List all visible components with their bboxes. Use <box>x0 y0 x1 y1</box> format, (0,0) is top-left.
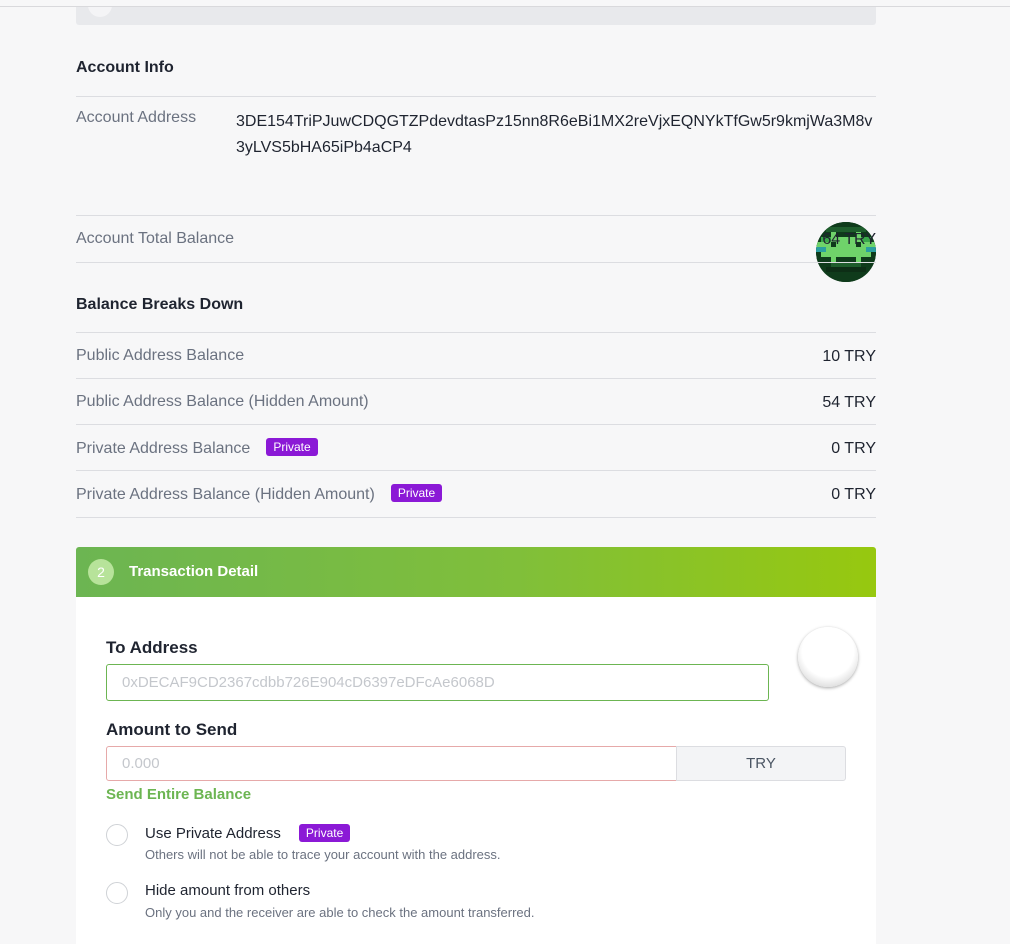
breakdown-value: 54 TRY <box>822 394 876 411</box>
previous-step-circle <box>88 7 112 17</box>
transaction-detail-form: To Address Amount to Send TRY Send Entir… <box>76 597 876 944</box>
option-description: Others will not be able to trace your ac… <box>145 847 501 862</box>
amount-label: Amount to Send <box>106 720 238 739</box>
amount-input[interactable] <box>106 746 677 781</box>
private-badge: Private <box>298 824 351 842</box>
to-address-label: To Address <box>106 638 198 657</box>
breakdown-row-private-hidden: Private Address Balance (Hidden Amount) P… <box>76 470 876 518</box>
account-total-balance-value: 64 TRY <box>822 231 876 248</box>
breakdown-label: Private Address Balance (Hidden Amount) <box>76 486 375 503</box>
private-badge: Private <box>266 438 318 456</box>
breakdown-value: 0 TRY <box>831 440 876 457</box>
account-total-balance-row: Account Total Balance 64 TRY <box>76 215 876 263</box>
breakdown-row-public: Public Address Balance 10 TRY <box>76 332 876 379</box>
account-address-label: Account Address <box>76 109 197 126</box>
previous-step-card <box>76 7 876 25</box>
balance-breakdown-heading: Balance Breaks Down <box>76 296 244 313</box>
transaction-detail-title: Transaction Detail <box>129 563 259 580</box>
breakdown-label: Public Address Balance <box>76 347 245 364</box>
account-address-row: Account Address 3DE154TriPJuwCDQGTZPdevd… <box>76 96 876 282</box>
currency-unit: TRY <box>676 746 846 781</box>
account-info-heading: Account Info <box>76 59 174 76</box>
recipient-avatar-placeholder <box>798 627 858 687</box>
to-address-input[interactable] <box>106 664 769 701</box>
breakdown-label: Private Address Balance <box>76 440 251 457</box>
breakdown-value: 0 TRY <box>831 486 876 503</box>
option-title: Hide amount from others <box>145 882 311 899</box>
breakdown-value: 10 TRY <box>822 348 876 365</box>
step-number-badge: 2 <box>88 559 114 585</box>
account-address-value[interactable]: 3DE154TriPJuwCDQGTZPdevdtasPz15nn8R6eBi1… <box>236 109 876 161</box>
breakdown-label-wrap: Private Address Balance Private <box>76 438 318 458</box>
hide-amount-radio[interactable] <box>106 882 128 904</box>
option-description: Only you and the receiver are able to ch… <box>145 905 535 920</box>
breakdown-label: Public Address Balance (Hidden Amount) <box>76 393 369 410</box>
breakdown-row-private: Private Address Balance Private 0 TRY <box>76 424 876 471</box>
option-title-wrap: Use Private Address Private <box>145 824 351 842</box>
send-entire-balance-link[interactable]: Send Entire Balance <box>106 786 251 803</box>
breakdown-label-wrap: Private Address Balance (Hidden Amount) P… <box>76 484 443 504</box>
private-badge: Private <box>390 484 443 502</box>
account-total-balance-label: Account Total Balance <box>76 230 235 247</box>
use-private-address-radio[interactable] <box>106 824 128 846</box>
breakdown-row-public-hidden: Public Address Balance (Hidden Amount) 5… <box>76 378 876 425</box>
transaction-detail-header: 2 Transaction Detail <box>76 547 876 597</box>
option-title: Use Private Address <box>145 825 281 842</box>
